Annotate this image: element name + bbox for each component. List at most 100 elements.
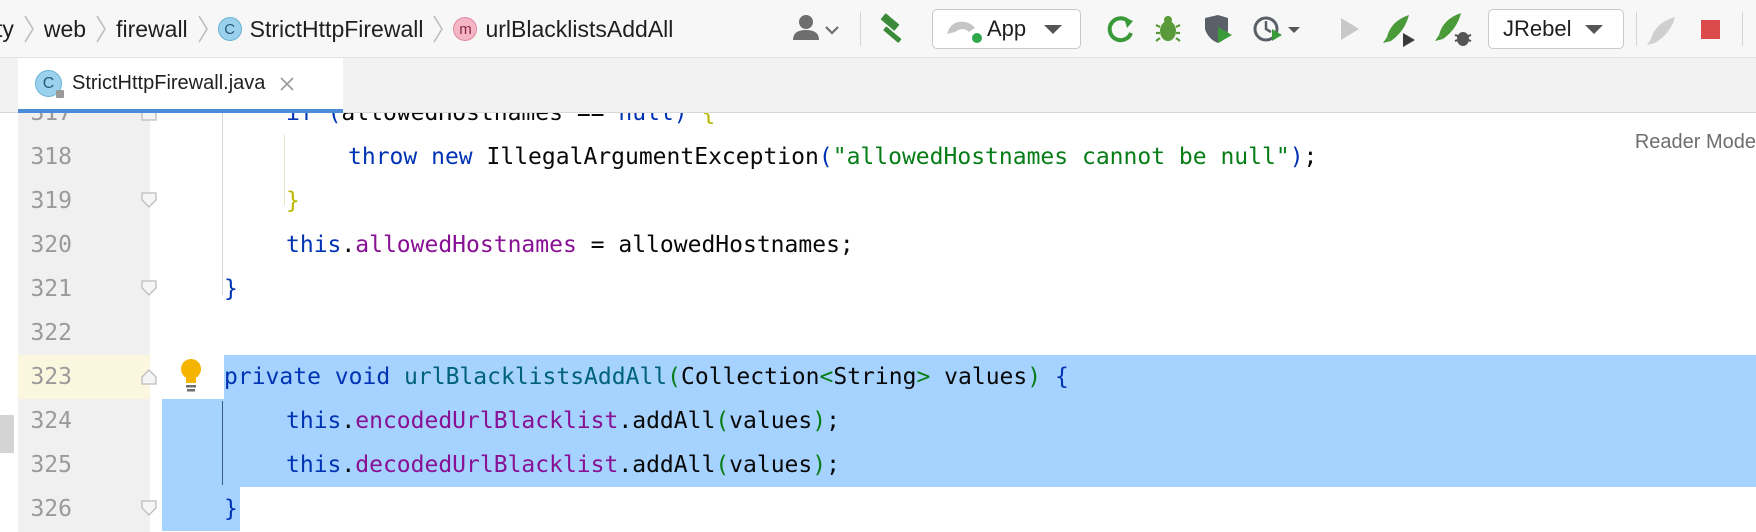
- code-token: urlBlacklistsAddAll: [404, 364, 668, 390]
- code-line-319: }: [286, 188, 300, 214]
- code-token: void: [334, 364, 391, 390]
- line-number: 318: [30, 144, 72, 170]
- chevron-down-icon: [1585, 25, 1604, 34]
- lightbulb-icon[interactable]: [176, 357, 206, 395]
- method-icon: m: [453, 17, 478, 41]
- play-icon: [1341, 18, 1359, 40]
- rocket-disabled-icon: [1647, 17, 1675, 45]
- code-token: this: [286, 408, 342, 434]
- jrebel-label: JRebel: [1503, 16, 1572, 41]
- code-token: values: [944, 364, 1028, 390]
- code-token: null: [618, 113, 674, 126]
- indent-guide: [284, 135, 285, 205]
- code-line-325: this.decodedUrlBlacklist.addAll(values);: [286, 452, 840, 478]
- code-token: addAll: [632, 408, 716, 434]
- chevron-right-icon: [188, 0, 218, 58]
- code-line-326: }: [224, 496, 238, 522]
- toolbar-separator: [1636, 12, 1637, 46]
- breadcrumb-item-firewall[interactable]: firewall: [116, 16, 188, 43]
- breadcrumb-item-class[interactable]: C StrictHttpFirewall: [217, 15, 424, 43]
- code-token: addAll: [632, 452, 716, 478]
- rerun-icon: [1107, 16, 1133, 43]
- code-token: decodedUrlBlacklist: [355, 452, 619, 478]
- rerun-button[interactable]: [1098, 0, 1142, 58]
- toolbar-separator: [860, 12, 861, 46]
- breadcrumb-item-package-root[interactable]: ty: [0, 16, 14, 43]
- stop-button[interactable]: [1690, 0, 1730, 58]
- code-token: "allowedHostnames cannot be null": [832, 144, 1290, 170]
- code-token: private: [224, 364, 321, 390]
- editor-tab-strip: C StrictHttpFirewall.java: [0, 58, 1756, 113]
- reader-mode-toggle[interactable]: Reader Mode: [1635, 131, 1756, 154]
- breadcrumb-label: StrictHttpFirewall: [249, 15, 424, 42]
- java-class-file-icon: C: [35, 70, 64, 98]
- jrebel-run-button[interactable]: [1376, 0, 1422, 58]
- chevron-down-icon: [1044, 25, 1063, 34]
- tab-label: StrictHttpFirewall.java: [72, 72, 266, 94]
- fold-marker-icon[interactable]: [140, 279, 158, 297]
- jrebel-rocket-run-icon: [1383, 15, 1415, 47]
- toolbar-separator: [1742, 12, 1743, 46]
- build-button[interactable]: [872, 0, 916, 58]
- stop-icon: [1701, 20, 1720, 39]
- code-line-320: this.allowedHostnames = allowedHostnames…: [286, 232, 854, 258]
- breadcrumb: ty web firewall C StrictHttpFirewall m u…: [0, 0, 673, 58]
- profiler-dropdown-button[interactable]: [1250, 0, 1306, 58]
- side-panel-stub: [0, 415, 14, 453]
- code-token: values: [729, 452, 813, 478]
- run-configuration-select[interactable]: App: [932, 9, 1081, 49]
- editor-left-margin: [0, 113, 18, 532]
- fold-marker-icon[interactable]: [140, 191, 158, 209]
- user-dropdown-button[interactable]: [788, 0, 844, 58]
- line-number: 324: [30, 408, 72, 434]
- line-number: 321: [30, 276, 72, 302]
- line-number: 326: [30, 496, 72, 522]
- code-token: Collection: [681, 364, 820, 390]
- breadcrumb-label: urlBlacklistsAddAll: [485, 15, 674, 42]
- navigation-bar: ty web firewall C StrictHttpFirewall m u…: [0, 0, 1756, 58]
- jrebel-select[interactable]: JRebel: [1488, 9, 1624, 49]
- breadcrumb-label: firewall: [116, 15, 188, 42]
- line-number: 325: [30, 452, 72, 478]
- chevron-right-icon: [423, 0, 453, 58]
- breadcrumb-label: web: [43, 15, 87, 42]
- code-token: if: [286, 113, 314, 126]
- jrebel-update-button[interactable]: [1640, 0, 1686, 58]
- fold-marker-icon[interactable]: [140, 367, 158, 385]
- code-token: this: [286, 452, 342, 478]
- code-token: allowedHostnames: [341, 113, 563, 126]
- fold-marker-icon[interactable]: [140, 113, 158, 121]
- code-token: allowedHostnames: [618, 232, 840, 258]
- code-token: values: [729, 408, 813, 434]
- close-icon[interactable]: [279, 76, 295, 92]
- chevron-right-icon: [86, 0, 116, 58]
- run-configuration-label: App: [987, 16, 1027, 41]
- breadcrumb-item-web[interactable]: web: [44, 16, 86, 43]
- debug-button[interactable]: [1146, 0, 1190, 58]
- attach-run-button[interactable]: [1326, 0, 1370, 58]
- coverage-shield-icon: [1205, 15, 1232, 43]
- code-token: IllegalArgumentException: [486, 144, 819, 170]
- code-line-323: private void urlBlacklistsAddAll(Collect…: [224, 364, 1069, 390]
- code-token: ==: [562, 113, 619, 126]
- bug-icon: [1155, 16, 1181, 42]
- code-editor[interactable]: Reader Mode 317 318 319 320 321 322 323 …: [0, 113, 1756, 532]
- run-with-coverage-button[interactable]: [1196, 0, 1240, 58]
- line-number: 317: [30, 113, 72, 126]
- code-line-318: throw new IllegalArgumentException("allo…: [348, 144, 1318, 170]
- line-number: 320: [30, 232, 72, 258]
- jrebel-debug-button[interactable]: [1430, 0, 1476, 58]
- indent-guide: [222, 401, 223, 485]
- code-token: this: [286, 232, 342, 258]
- class-icon: C: [217, 17, 242, 41]
- profiler-icon: [1253, 16, 1300, 42]
- jrebel-rocket-debug-icon: [1435, 13, 1472, 46]
- fold-marker-icon[interactable]: [140, 499, 158, 517]
- user-icon: [793, 15, 839, 40]
- line-number: 323: [30, 364, 72, 390]
- breadcrumb-item-method[interactable]: m urlBlacklistsAddAll: [453, 16, 673, 43]
- tab-stricthttpfirewall-java[interactable]: C StrictHttpFirewall.java: [18, 58, 343, 113]
- breadcrumb-label: ty: [0, 15, 14, 42]
- code-line-324: this.encodedUrlBlacklist.addAll(values);: [286, 408, 840, 434]
- app-config-icon: [947, 21, 982, 43]
